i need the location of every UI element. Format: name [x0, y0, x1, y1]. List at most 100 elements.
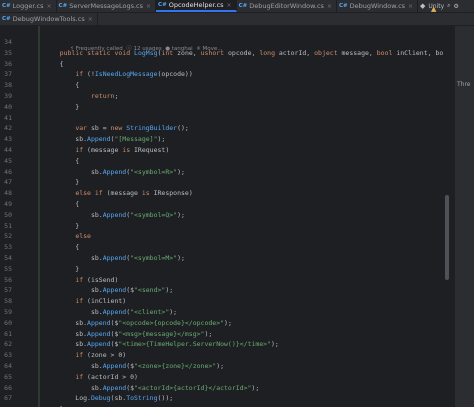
line-number: 52 — [4, 232, 12, 241]
tab-label: DebugEditorWindow.cs — [249, 2, 324, 10]
editor-tab[interactable]: C# DebugWindowTools.cs × — [0, 13, 98, 25]
editor-tabs-row-1: C# Logger.cs × C# ServerMessageLogs.cs × C# Opc… — [0, 0, 474, 13]
line-number: 43 — [4, 135, 12, 144]
code-line[interactable]: Log.Debug(sb.ToString()); — [44, 394, 173, 402]
code-line[interactable]: if (inClient) — [44, 297, 126, 305]
tab-label: Logger.cs — [12, 2, 44, 10]
code-line[interactable]: sb.Append("<symbol=R>"); — [44, 168, 185, 176]
close-icon[interactable]: × — [88, 16, 93, 23]
line-number: 59 — [4, 308, 12, 316]
threads-panel-label[interactable]: Thre — [457, 81, 471, 88]
code-line[interactable]: sb.Append($"<actorId>{actorId}</actorId>… — [44, 384, 259, 392]
editor-tabs-row-2: C# DebugWindowTools.cs × — [0, 13, 474, 26]
line-number: 34 — [4, 38, 12, 46]
line-number: 40 — [4, 102, 12, 111]
code-line[interactable]: sb.Append($"<zone>{zone}</zone>"); — [44, 362, 224, 370]
tab-label: DebugWindow.cs — [349, 2, 406, 10]
code-line[interactable]: if (zone > 0) — [44, 351, 126, 359]
code-line[interactable]: sb.Append("<symbol=M>"); — [44, 254, 185, 262]
line-number: 65 — [4, 372, 12, 381]
line-number: 66 — [4, 383, 12, 392]
editor-tab[interactable]: C# ServerMessageLogs.cs × — [57, 0, 157, 12]
code-line[interactable]: sb.Append($"<send>"); — [44, 286, 173, 294]
line-number: 42 — [4, 124, 12, 133]
line-number: 41 — [4, 113, 12, 122]
tab-label: OpcodeHelper.cs — [168, 1, 224, 9]
line-number: 39 — [4, 92, 12, 100]
code-line[interactable]: { — [44, 81, 79, 89]
code-line[interactable]: sb.Append($"<msg>{message}</msg>"); — [44, 330, 212, 338]
editor-scrollbar[interactable] — [445, 195, 449, 280]
editor-tab[interactable]: C# OpcodeHelper.cs × — [156, 0, 237, 12]
code-line[interactable]: var sb = new StringBuilder(); — [44, 124, 189, 132]
code-line[interactable]: sb.Append("[Message]"); — [44, 135, 165, 143]
warning-icon[interactable]: ▲ — [431, 5, 436, 13]
line-number: 55 — [4, 264, 12, 273]
line-number: 64 — [4, 362, 12, 370]
code-line[interactable]: sb.Append($"<time>{TimeHelper.ServerNow(… — [44, 340, 279, 348]
editor-tab[interactable]: C# DebugWindow.cs × — [337, 0, 419, 12]
code-line[interactable]: if (message is IRequest) — [44, 146, 169, 154]
line-number: 37 — [4, 70, 12, 79]
csharp-file-icon: C# — [158, 2, 167, 8]
line-number: 45 — [4, 156, 12, 165]
code-line[interactable]: if (!IsNeedLogMessage(opcode)) — [44, 70, 192, 78]
change-markers — [38, 26, 40, 407]
line-number-gutter: 34 35 36 37 38 39 40 41 42 43 44 45 46 47 48 49 50 51 52 53… — [0, 26, 38, 407]
editor-tab[interactable]: C# Logger.cs × — [0, 0, 57, 12]
close-icon[interactable]: × — [408, 3, 413, 10]
top-controls: ◆ Unity ⌕ ⚙ — [420, 0, 474, 12]
line-number: 61 — [4, 329, 12, 338]
code-line[interactable]: { — [44, 157, 79, 165]
line-number: 67 — [4, 394, 12, 403]
code-line[interactable]: { — [44, 60, 64, 68]
tab-label: ServerMessageLogs.cs — [69, 2, 144, 10]
code-line[interactable]: if (isSend) — [44, 276, 118, 284]
line-number: 57 — [4, 286, 12, 295]
line-number: 63 — [4, 351, 12, 360]
csharp-file-icon: C# — [338, 3, 348, 9]
line-number: 60 — [4, 318, 12, 327]
line-number: 53 — [4, 243, 12, 252]
line-number: 35 — [4, 48, 12, 57]
line-number: 58 — [4, 297, 12, 306]
ide-window: C# Logger.cs × C# ServerMessageLogs.cs × C# Opc… — [0, 0, 474, 407]
search-icon[interactable]: ⌕ — [447, 2, 450, 10]
line-number: 49 — [4, 200, 12, 208]
close-icon[interactable]: × — [227, 2, 232, 9]
code-line[interactable]: } — [44, 222, 79, 230]
code-line[interactable]: { — [44, 243, 79, 251]
csharp-file-icon: C# — [58, 3, 68, 9]
code-line[interactable]: sb.Append("<client>"); — [44, 308, 177, 316]
code-line[interactable]: } — [44, 265, 79, 273]
csharp-file-icon: C# — [238, 3, 248, 9]
csharp-file-icon: C# — [2, 3, 11, 9]
code-line[interactable]: if (actorId > 0) — [44, 373, 138, 381]
code-line[interactable]: { — [44, 200, 79, 208]
line-number: 51 — [4, 221, 12, 230]
close-icon[interactable]: × — [327, 3, 332, 10]
line-number: 47 — [4, 178, 12, 187]
code-line[interactable]: else — [44, 232, 91, 240]
editor-tab[interactable]: C# DebugEditorWindow.cs × — [237, 0, 337, 12]
line-number: 48 — [4, 189, 12, 198]
right-tool-panel: Thre — [454, 26, 474, 407]
code-line[interactable]: return; — [44, 92, 118, 100]
csharp-file-icon: C# — [2, 16, 11, 22]
code-line[interactable]: } — [44, 178, 79, 186]
unity-icon[interactable]: ◆ — [420, 2, 425, 10]
close-icon[interactable]: × — [146, 3, 151, 10]
line-number: 54 — [4, 254, 12, 262]
code-line[interactable]: } — [44, 103, 79, 111]
line-number: 50 — [4, 210, 12, 219]
line-number: 44 — [4, 146, 12, 154]
close-icon[interactable]: × — [47, 3, 52, 10]
line-number: 38 — [4, 81, 12, 90]
line-number: 62 — [4, 340, 12, 349]
code-line[interactable]: sb.Append("<symbol=Q>"); — [44, 211, 185, 219]
gear-icon[interactable]: ⚙ — [454, 3, 459, 10]
code-line[interactable]: else if (message is IResponse) — [44, 189, 192, 197]
code-line[interactable]: sb.Append($"<opcode>{opcode}</opcode>"); — [44, 319, 232, 327]
code-line[interactable]: public static void LogMsg(int zone, usho… — [44, 49, 444, 57]
line-number: 36 — [4, 59, 12, 68]
